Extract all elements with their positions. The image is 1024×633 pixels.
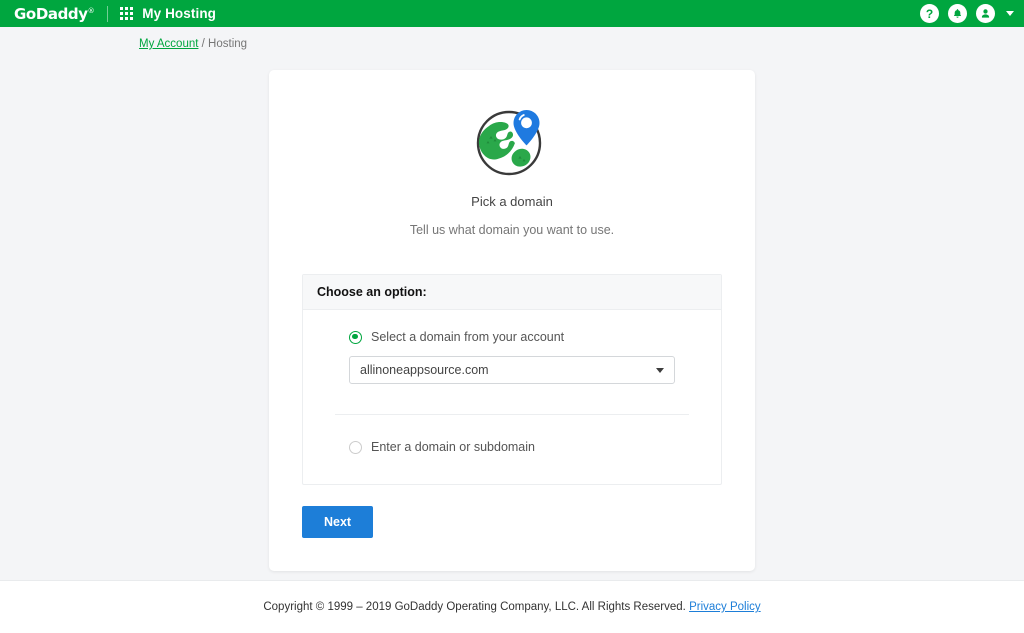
chevron-down-icon[interactable] [656, 367, 664, 373]
user-avatar-icon[interactable] [976, 4, 995, 23]
header-divider [107, 5, 109, 22]
godaddy-logo[interactable]: GoDaddy® [14, 5, 97, 23]
footer-copyright: Copyright © 1999 – 2019 GoDaddy Operatin… [263, 601, 760, 613]
footer-copyright-text: Copyright © 1999 – 2019 GoDaddy Operatin… [263, 601, 686, 613]
radio-select-existing-domain[interactable] [349, 330, 362, 344]
main-content-area: Pick a domain Tell us what domain you wa… [0, 50, 1024, 580]
page-footer: Copyright © 1999 – 2019 GoDaddy Operatin… [0, 580, 1024, 633]
choose-option-panel: Choose an option: Select a domain from y… [302, 274, 722, 485]
godaddy-trademark: ® [87, 6, 95, 15]
header-icon-group: ? [920, 4, 1014, 23]
breadcrumb-current-page: Hosting [208, 38, 248, 50]
option-row-select-existing[interactable]: Select a domain from your account [303, 330, 721, 344]
next-button[interactable]: Next [302, 506, 374, 538]
bell-icon[interactable] [948, 4, 967, 23]
option-divider [335, 414, 689, 415]
globe-with-map-pin-icon [269, 100, 755, 178]
godaddy-logo-text: GoDaddy [14, 4, 88, 23]
option-label-enter-domain[interactable]: Enter a domain or subdomain [371, 440, 535, 454]
app-title: My Hosting [142, 6, 217, 21]
domain-select-dropdown[interactable]: allinoneappsource.com [349, 356, 675, 384]
option-label-select-existing[interactable]: Select a domain from your account [371, 330, 564, 344]
breadcrumb-separator: / [198, 38, 209, 50]
domain-select-value: allinoneappsource.com [360, 363, 489, 377]
chevron-down-icon[interactable] [1006, 11, 1014, 16]
footer-privacy-policy-link[interactable]: Privacy Policy [689, 601, 761, 613]
pick-domain-card: Pick a domain Tell us what domain you wa… [269, 70, 755, 571]
radio-enter-domain[interactable] [349, 440, 362, 454]
page-title: Pick a domain [471, 194, 553, 209]
breadcrumb-link-my-account[interactable]: My Account [139, 38, 198, 50]
option-row-enter-domain[interactable]: Enter a domain or subdomain [303, 440, 721, 454]
panel-heading: Choose an option: [303, 275, 721, 310]
help-question-icon[interactable]: ? [920, 4, 939, 23]
top-navigation-bar: GoDaddy® My Hosting ? [0, 0, 1024, 27]
breadcrumb: My Account / Hosting [0, 27, 1024, 50]
page-subtitle: Tell us what domain you want to use. [409, 223, 615, 237]
panel-body: Select a domain from your account allino… [303, 310, 721, 484]
apps-grid-icon[interactable] [120, 7, 134, 20]
card-actions: Next [302, 506, 755, 538]
